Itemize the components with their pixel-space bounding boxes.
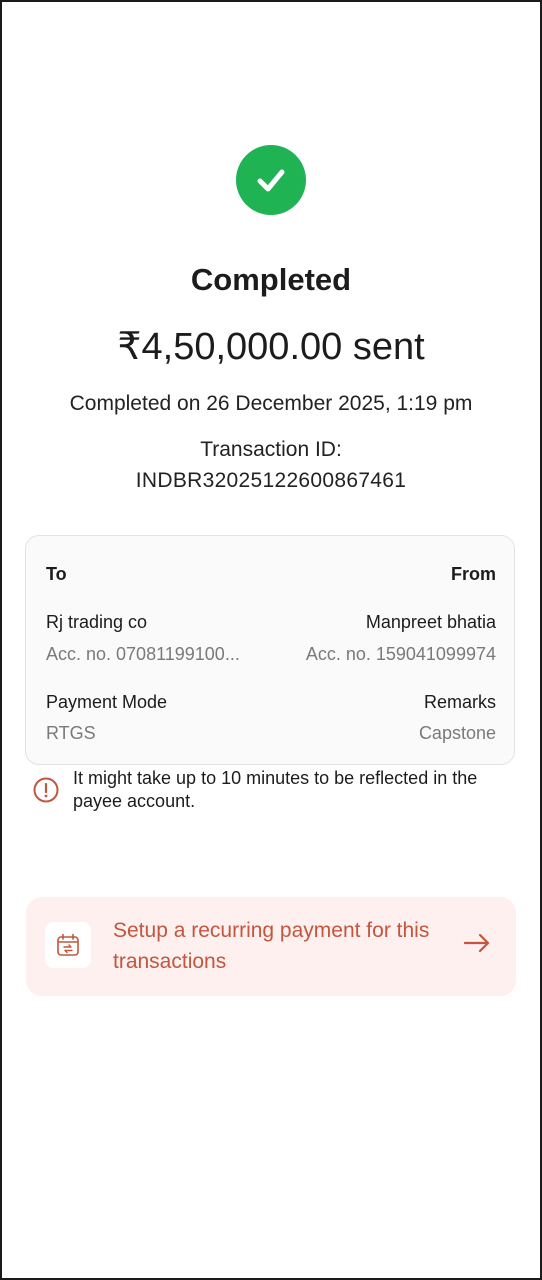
arrow-right-icon[interactable] [462,932,492,954]
recurring-payment-banner[interactable]: Setup a recurring payment for this trans… [26,897,516,996]
remarks-label: Remarks [423,692,496,712]
status-title: Completed [190,262,352,297]
remarks-value: Capstone [418,723,496,743]
payment-mode-value: RTGS [46,723,96,743]
to-label: To [46,564,67,584]
transaction-details-card: To From Rj trading co Manpreet bhatia Ac… [25,535,515,765]
info-icon [33,777,59,803]
transaction-id: INDBR32025122600867461 [135,469,407,492]
completed-date: Completed on 26 December 2025, 1:19 pm [69,392,473,415]
payer-account: Acc. no. 159041099974 [305,644,496,664]
from-label: From [451,564,496,584]
payer-name: Manpreet bhatia [365,612,496,632]
transaction-id-label: Transaction ID: [200,438,342,461]
amount-sent: ₹4,50,000.00 sent [117,326,425,368]
recurring-payment-text[interactable]: Setup a recurring payment for this trans… [113,915,443,977]
calendar-repeat-icon [45,922,91,968]
payment-mode-label: Payment Mode [46,692,168,712]
payee-account: Acc. no. 07081199100... [46,644,240,664]
payee-name: Rj trading co [46,612,148,632]
success-check-icon [236,145,306,215]
info-message: It might take up to 10 minutes to be ref… [73,768,478,811]
